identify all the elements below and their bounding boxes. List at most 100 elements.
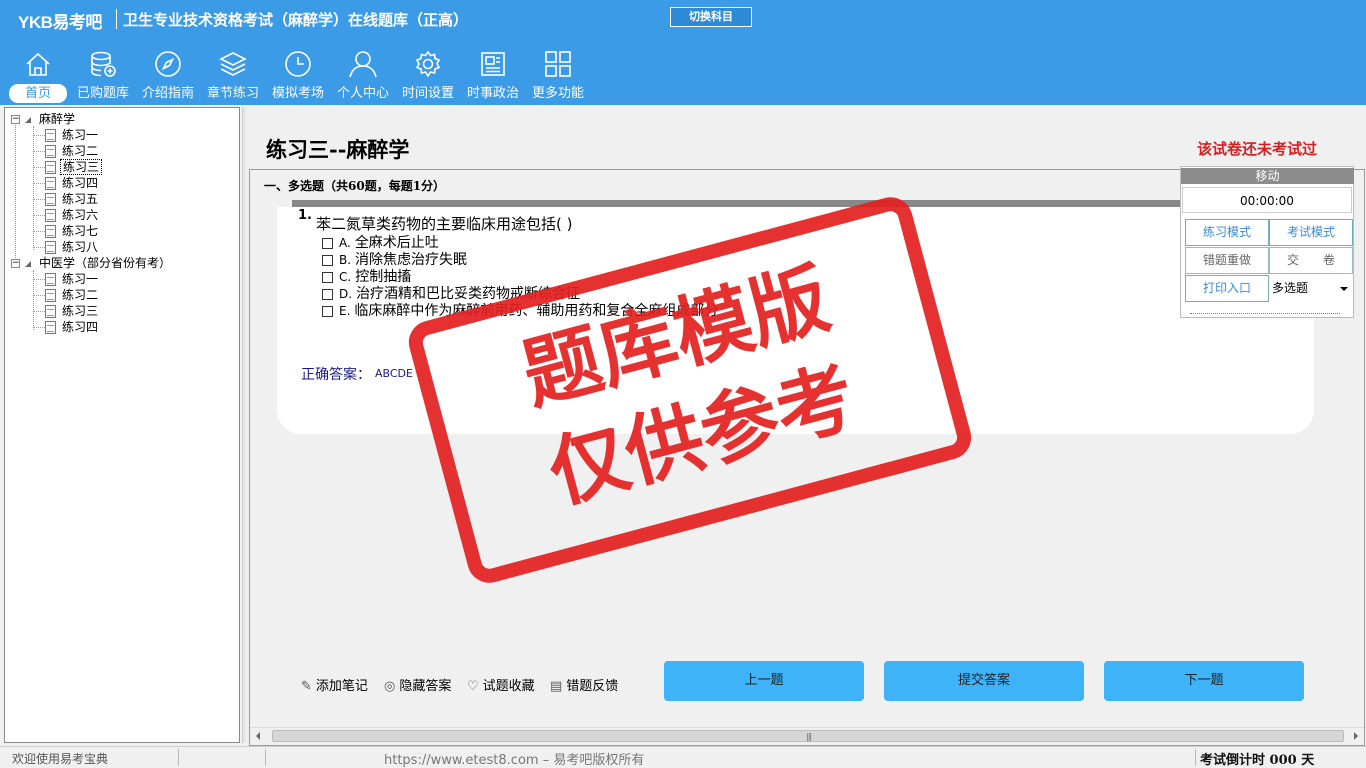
option-checkbox[interactable] bbox=[322, 254, 333, 266]
app-title: 卫生专业技术资格考试（麻醉学）在线题库（正高） bbox=[123, 11, 469, 29]
question-number: 1. bbox=[298, 208, 312, 223]
practice-mode-button[interactable]: 练习模式 bbox=[1185, 219, 1269, 246]
exam-mode-button[interactable]: 考试模式 bbox=[1269, 219, 1353, 246]
scroll-left-icon[interactable] bbox=[256, 732, 260, 740]
scroll-right-icon[interactable] bbox=[1354, 732, 1358, 740]
exam-countdown: 考试倒计时 000 天 bbox=[1200, 753, 1315, 768]
question-progress-bar bbox=[292, 200, 1292, 207]
nav-chapter-practice[interactable]: 章节练习 bbox=[201, 46, 265, 104]
nav-label: 个人中心 bbox=[336, 86, 389, 101]
hide-answer-tool[interactable]: ◎ 隐藏答案 bbox=[384, 675, 451, 694]
document-icon bbox=[45, 145, 56, 158]
nav-mock-exam[interactable]: 模拟考场 bbox=[266, 46, 330, 104]
app-header: YKB易考吧 卫生专业技术资格考试（麻醉学）在线题库（正高） 切换科目 首页 已… bbox=[0, 0, 1366, 105]
document-icon bbox=[45, 225, 56, 238]
section-heading: 一、多选题（共60题，每题1分） bbox=[264, 179, 446, 193]
clock-icon bbox=[285, 51, 311, 77]
tree-item[interactable]: 练习四 bbox=[45, 175, 100, 191]
app-logo: YKB易考吧 bbox=[18, 13, 102, 32]
option-checkbox[interactable] bbox=[322, 271, 333, 283]
document-pin-icon bbox=[45, 161, 56, 174]
chapter-tree: − 麻醉学 练习一 练习二 练习三 练习四 练习五 练习六 练习七 练习八 − … bbox=[4, 107, 240, 743]
status-bar: 欢迎使用易考宝典 https://www.etest8.com – 易考吧版权所… bbox=[0, 746, 1366, 768]
nav-label: 时事政治 bbox=[466, 86, 519, 101]
eye-icon: ◎ bbox=[384, 679, 396, 694]
paper-status: 该试卷还未考试过 bbox=[1197, 140, 1318, 158]
tree-item[interactable]: 练习六 bbox=[45, 207, 100, 223]
question-type-select[interactable]: 多选题 bbox=[1270, 275, 1353, 302]
folder-icon bbox=[25, 260, 31, 267]
feedback-icon: ▤ bbox=[550, 679, 563, 694]
submit-answer-button[interactable]: 提交答案 bbox=[884, 661, 1084, 701]
print-entry-button[interactable]: 打印入口 bbox=[1185, 275, 1269, 302]
nav-purchased[interactable]: 已购题库 bbox=[71, 46, 135, 104]
report-error-tool[interactable]: ▤ 错题反馈 bbox=[550, 675, 618, 694]
tree-item[interactable]: 练习二 bbox=[45, 287, 100, 303]
tree-item-selected[interactable]: 练习三 bbox=[45, 159, 103, 175]
document-icon bbox=[45, 177, 56, 190]
tree-group-tcm[interactable]: 中医学（部分省份有考） bbox=[25, 255, 173, 271]
answer-label: 正确答案： bbox=[301, 367, 371, 383]
tree-item[interactable]: 练习七 bbox=[45, 223, 100, 239]
favorite-tool[interactable]: ♡ 试题收藏 bbox=[467, 675, 535, 694]
nav-personal-center[interactable]: 个人中心 bbox=[331, 46, 395, 104]
title-divider bbox=[116, 9, 117, 29]
tree-item[interactable]: 练习二 bbox=[45, 143, 100, 159]
option-c[interactable]: C. 控制抽搐 bbox=[322, 269, 411, 286]
nav-time-settings[interactable]: 时间设置 bbox=[396, 46, 460, 104]
tree-item[interactable]: 练习八 bbox=[45, 239, 100, 255]
pane-splitter[interactable] bbox=[242, 107, 246, 743]
nav-label: 时间设置 bbox=[401, 86, 454, 101]
database-add-icon bbox=[91, 51, 116, 77]
grid-icon bbox=[545, 51, 571, 77]
tree-group-label: 麻醉学 bbox=[39, 112, 76, 126]
nav-label: 首页 bbox=[9, 84, 67, 103]
switch-subject-button[interactable]: 切换科目 bbox=[670, 7, 752, 27]
prev-question-button[interactable]: 上一题 bbox=[664, 661, 864, 701]
option-a[interactable]: A. 全麻术后止吐 bbox=[322, 235, 439, 252]
tree-item[interactable]: 练习一 bbox=[45, 271, 100, 287]
paper-title: 练习三--麻醉学 bbox=[266, 137, 410, 162]
scroll-thumb[interactable]: ||| bbox=[272, 730, 1344, 742]
news-icon bbox=[481, 52, 505, 76]
option-checkbox[interactable] bbox=[322, 237, 333, 249]
option-b[interactable]: B. 消除焦虑治疗失眠 bbox=[322, 252, 467, 269]
collapse-toggle[interactable]: − bbox=[11, 115, 20, 124]
document-icon bbox=[45, 241, 56, 254]
collapse-toggle[interactable]: − bbox=[11, 259, 20, 268]
document-icon bbox=[45, 193, 56, 206]
horizontal-scrollbar[interactable]: ||| bbox=[250, 727, 1364, 744]
next-question-button[interactable]: 下一题 bbox=[1104, 661, 1304, 701]
nav-more[interactable]: 更多功能 bbox=[526, 46, 590, 104]
nav-label: 已购题库 bbox=[76, 86, 129, 101]
gear-icon bbox=[415, 50, 441, 78]
nav-label: 介绍指南 bbox=[141, 86, 194, 101]
answer-value: ABCDE bbox=[375, 367, 413, 380]
document-icon bbox=[45, 321, 56, 334]
pencil-icon: ✎ bbox=[301, 679, 312, 694]
nav-label: 模拟考场 bbox=[271, 86, 324, 101]
move-handle[interactable]: 移动 bbox=[1181, 168, 1354, 184]
compass-icon bbox=[155, 51, 181, 77]
tree-group-anesthesiology[interactable]: 麻醉学 bbox=[25, 111, 77, 127]
tree-item[interactable]: 练习四 bbox=[45, 319, 100, 335]
add-note-tool[interactable]: ✎ 添加笔记 bbox=[301, 675, 368, 694]
grip-icon: ||| bbox=[806, 732, 812, 741]
nav-guide[interactable]: 介绍指南 bbox=[136, 46, 200, 104]
user-icon bbox=[349, 51, 377, 78]
nav-current-affairs[interactable]: 时事政治 bbox=[461, 46, 525, 104]
tree-item[interactable]: 练习三 bbox=[45, 303, 100, 319]
redo-wrong-button[interactable]: 错题重做 bbox=[1185, 247, 1269, 274]
option-checkbox[interactable] bbox=[322, 305, 333, 317]
folder-icon bbox=[25, 116, 31, 123]
option-checkbox[interactable] bbox=[322, 288, 333, 300]
tree-item[interactable]: 练习五 bbox=[45, 191, 100, 207]
tree-item[interactable]: 练习一 bbox=[45, 127, 100, 143]
document-icon bbox=[45, 273, 56, 286]
nav-home[interactable]: 首页 bbox=[6, 46, 70, 104]
tree-group-label: 中医学（部分省份有考） bbox=[39, 256, 172, 270]
status-copyright: https://www.etest8.com – 易考吧版权所有 bbox=[384, 753, 645, 768]
submit-paper-button[interactable]: 交 卷 bbox=[1269, 247, 1353, 274]
document-icon bbox=[45, 305, 56, 318]
chevron-down-icon bbox=[1340, 287, 1348, 291]
